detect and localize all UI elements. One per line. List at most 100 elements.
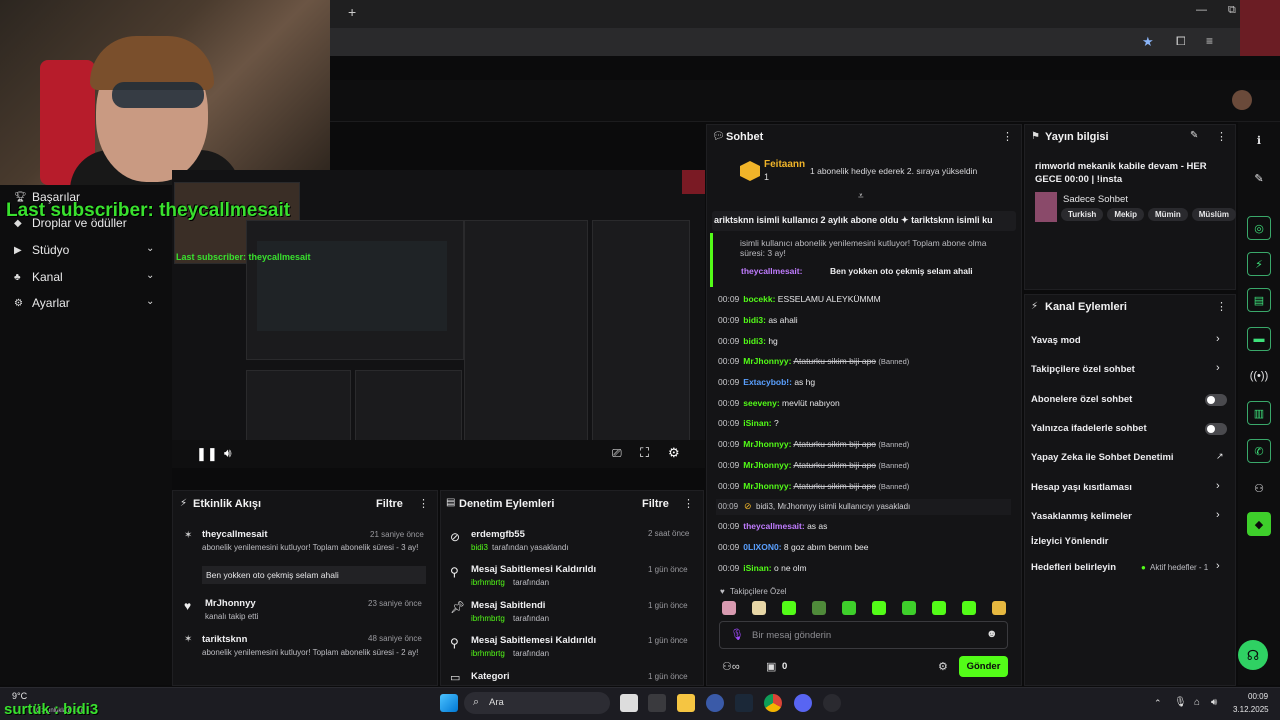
- tray-chevron-icon[interactable]: ⌃: [1154, 698, 1162, 709]
- activity-filter-button[interactable]: Filtre: [376, 498, 403, 510]
- weather-temp[interactable]: 9°C: [12, 691, 27, 701]
- action-goals[interactable]: Hedefleri belirleyin: [1031, 562, 1116, 573]
- emote-icon[interactable]: [812, 601, 826, 615]
- tag-chip[interactable]: Mümin: [1147, 208, 1188, 221]
- emote-icon[interactable]: [722, 601, 736, 615]
- task-view-icon[interactable]: [620, 694, 638, 712]
- emote-icon[interactable]: [752, 601, 766, 615]
- moderation-filter-button[interactable]: Filtre: [642, 498, 669, 510]
- extensions-icon[interactable]: ⧠: [1176, 34, 1186, 49]
- network-icon[interactable]: ⌂: [1194, 697, 1200, 708]
- chat-username[interactable]: MrJhonnyy:: [743, 356, 791, 366]
- tag-chip[interactable]: Mekip: [1107, 208, 1144, 221]
- scan-icon[interactable]: ◎: [1247, 216, 1271, 240]
- chevron-right-icon[interactable]: ›: [1216, 560, 1220, 572]
- more-options-icon[interactable]: ⋮: [1216, 300, 1227, 313]
- mod-action-by[interactable]: bidi3: [471, 543, 488, 552]
- chevron-right-icon[interactable]: ›: [1216, 333, 1220, 345]
- file-explorer-icon[interactable]: [677, 694, 695, 712]
- broadcast-icon[interactable]: ((•)): [1247, 364, 1271, 388]
- emote-bar[interactable]: [722, 601, 1022, 620]
- chevron-down-icon[interactable]: ⌄: [146, 270, 154, 281]
- chevron-right-icon[interactable]: ›: [1216, 362, 1220, 374]
- bookmark-star-icon[interactable]: ★: [1142, 34, 1154, 50]
- edit-pencil-icon[interactable]: ✎: [1190, 130, 1198, 141]
- chat-username[interactable]: MrJhonnyy:: [743, 460, 791, 470]
- volume-icon[interactable]: 🔊︎: [1211, 697, 1217, 708]
- address-bar[interactable]: ★ ⧠ ≡: [330, 28, 1240, 56]
- chrome-icon[interactable]: [764, 694, 782, 712]
- chat-icon[interactable]: ▬: [1247, 327, 1271, 351]
- layout-icon[interactable]: ▥: [1247, 401, 1271, 425]
- more-options-icon[interactable]: ⋮: [683, 497, 694, 510]
- action-raid[interactable]: İzleyici Yönlendir: [1031, 536, 1108, 547]
- chat-settings-icon[interactable]: ⚙: [938, 660, 948, 673]
- activity-user[interactable]: tariktsknn: [202, 634, 247, 645]
- reading-list-icon[interactable]: ≡: [1206, 34, 1213, 48]
- microphone-icon[interactable]: 🎙︎: [730, 628, 744, 641]
- activity-user[interactable]: theycallmesait: [202, 529, 267, 540]
- emote-icon[interactable]: [962, 601, 976, 615]
- taskbar-search[interactable]: ⌕ Ara: [464, 692, 610, 714]
- chat-username[interactable]: 0LIXON0:: [743, 542, 781, 552]
- chat-username[interactable]: MrJhonnyy:: [743, 481, 791, 491]
- sub-reply-user[interactable]: theycallmesait:: [741, 266, 802, 276]
- edit-pencil-icon[interactable]: ✎: [1247, 166, 1271, 190]
- chevron-down-icon[interactable]: ⌄: [146, 296, 154, 307]
- obs-icon[interactable]: [823, 694, 841, 712]
- chat-username[interactable]: seeveny:: [743, 398, 779, 408]
- collapse-icon[interactable]: ⩡: [858, 191, 864, 202]
- chevron-right-icon[interactable]: ›: [1216, 480, 1220, 492]
- external-link-icon[interactable]: ↗: [1216, 451, 1224, 462]
- discord-icon[interactable]: [794, 694, 812, 712]
- action-account-age[interactable]: Hesap yaşı kısıtlaması: [1031, 482, 1132, 493]
- microphone-icon[interactable]: 🎙︎: [1174, 697, 1187, 708]
- more-options-icon[interactable]: ⋮: [418, 497, 429, 510]
- users-icon[interactable]: ⚇: [1247, 476, 1271, 500]
- emote-icon[interactable]: [902, 601, 916, 615]
- emoji-icon[interactable]: ☻: [986, 628, 998, 640]
- emote-icon[interactable]: [842, 601, 856, 615]
- app-icon[interactable]: [706, 694, 724, 712]
- windows-start-icon[interactable]: [440, 694, 458, 712]
- emotes-only-toggle[interactable]: [1205, 423, 1227, 435]
- volume-icon[interactable]: 🔊︎: [224, 446, 232, 461]
- mod-action-by[interactable]: ibrhmbrtg: [471, 614, 505, 623]
- nav-item-channel[interactable]: ♣ Kanal: [14, 270, 63, 284]
- chat-username[interactable]: iSinan:: [743, 563, 771, 573]
- steam-icon[interactable]: [735, 694, 753, 712]
- emote-icon[interactable]: [992, 601, 1006, 615]
- action-ai-moderation[interactable]: Yapay Zeka ile Sohbet Denetimi: [1031, 452, 1174, 463]
- mod-action-by[interactable]: ibrhmbrtg: [471, 578, 505, 587]
- infinity-icon[interactable]: ⚇∞: [722, 660, 740, 673]
- chevron-right-icon[interactable]: ›: [1216, 509, 1220, 521]
- bolt-icon[interactable]: ⚡︎: [1247, 252, 1271, 276]
- action-slow-mode[interactable]: Yavaş mod: [1031, 335, 1081, 346]
- action-followers-only[interactable]: Takipçilere özel sohbet: [1031, 364, 1135, 375]
- send-button[interactable]: Gönder: [959, 656, 1008, 677]
- chat-username[interactable]: iSinan:: [743, 418, 771, 428]
- info-icon[interactable]: ℹ: [1247, 128, 1271, 152]
- support-headset-icon[interactable]: ☊: [1238, 640, 1268, 670]
- pinned-user[interactable]: Feitaann: [764, 159, 805, 170]
- nav-item-settings[interactable]: ⚙ Ayarlar: [14, 296, 70, 310]
- clock-time[interactable]: 00:09: [1248, 692, 1268, 701]
- settings-gear-icon[interactable]: ⚙: [668, 445, 680, 461]
- chat-username[interactable]: bocekk:: [743, 294, 775, 304]
- chat-username[interactable]: bidi3:: [743, 315, 766, 325]
- chat-username[interactable]: Extacybob!:: [743, 377, 792, 387]
- app-icon[interactable]: ◆: [1247, 512, 1271, 536]
- document-icon[interactable]: ▤: [1247, 288, 1271, 312]
- fullscreen-icon[interactable]: ⛶: [640, 445, 649, 461]
- emote-icon[interactable]: [932, 601, 946, 615]
- subscribers-only-toggle[interactable]: [1205, 394, 1227, 406]
- tag-chip[interactable]: Müslüm: [1191, 208, 1236, 221]
- category-name[interactable]: Sadece Sohbet: [1063, 194, 1128, 205]
- action-banned-words[interactable]: Yasaklanmış kelimeler: [1031, 511, 1132, 522]
- avatar[interactable]: [1232, 90, 1252, 110]
- chat-username[interactable]: theycallmesait:: [743, 521, 804, 531]
- activity-user[interactable]: MrJhonnyy: [205, 598, 256, 609]
- emote-icon[interactable]: [872, 601, 886, 615]
- gift-box-icon[interactable]: ▣: [766, 660, 776, 673]
- more-options-icon[interactable]: ⋮: [1216, 130, 1227, 143]
